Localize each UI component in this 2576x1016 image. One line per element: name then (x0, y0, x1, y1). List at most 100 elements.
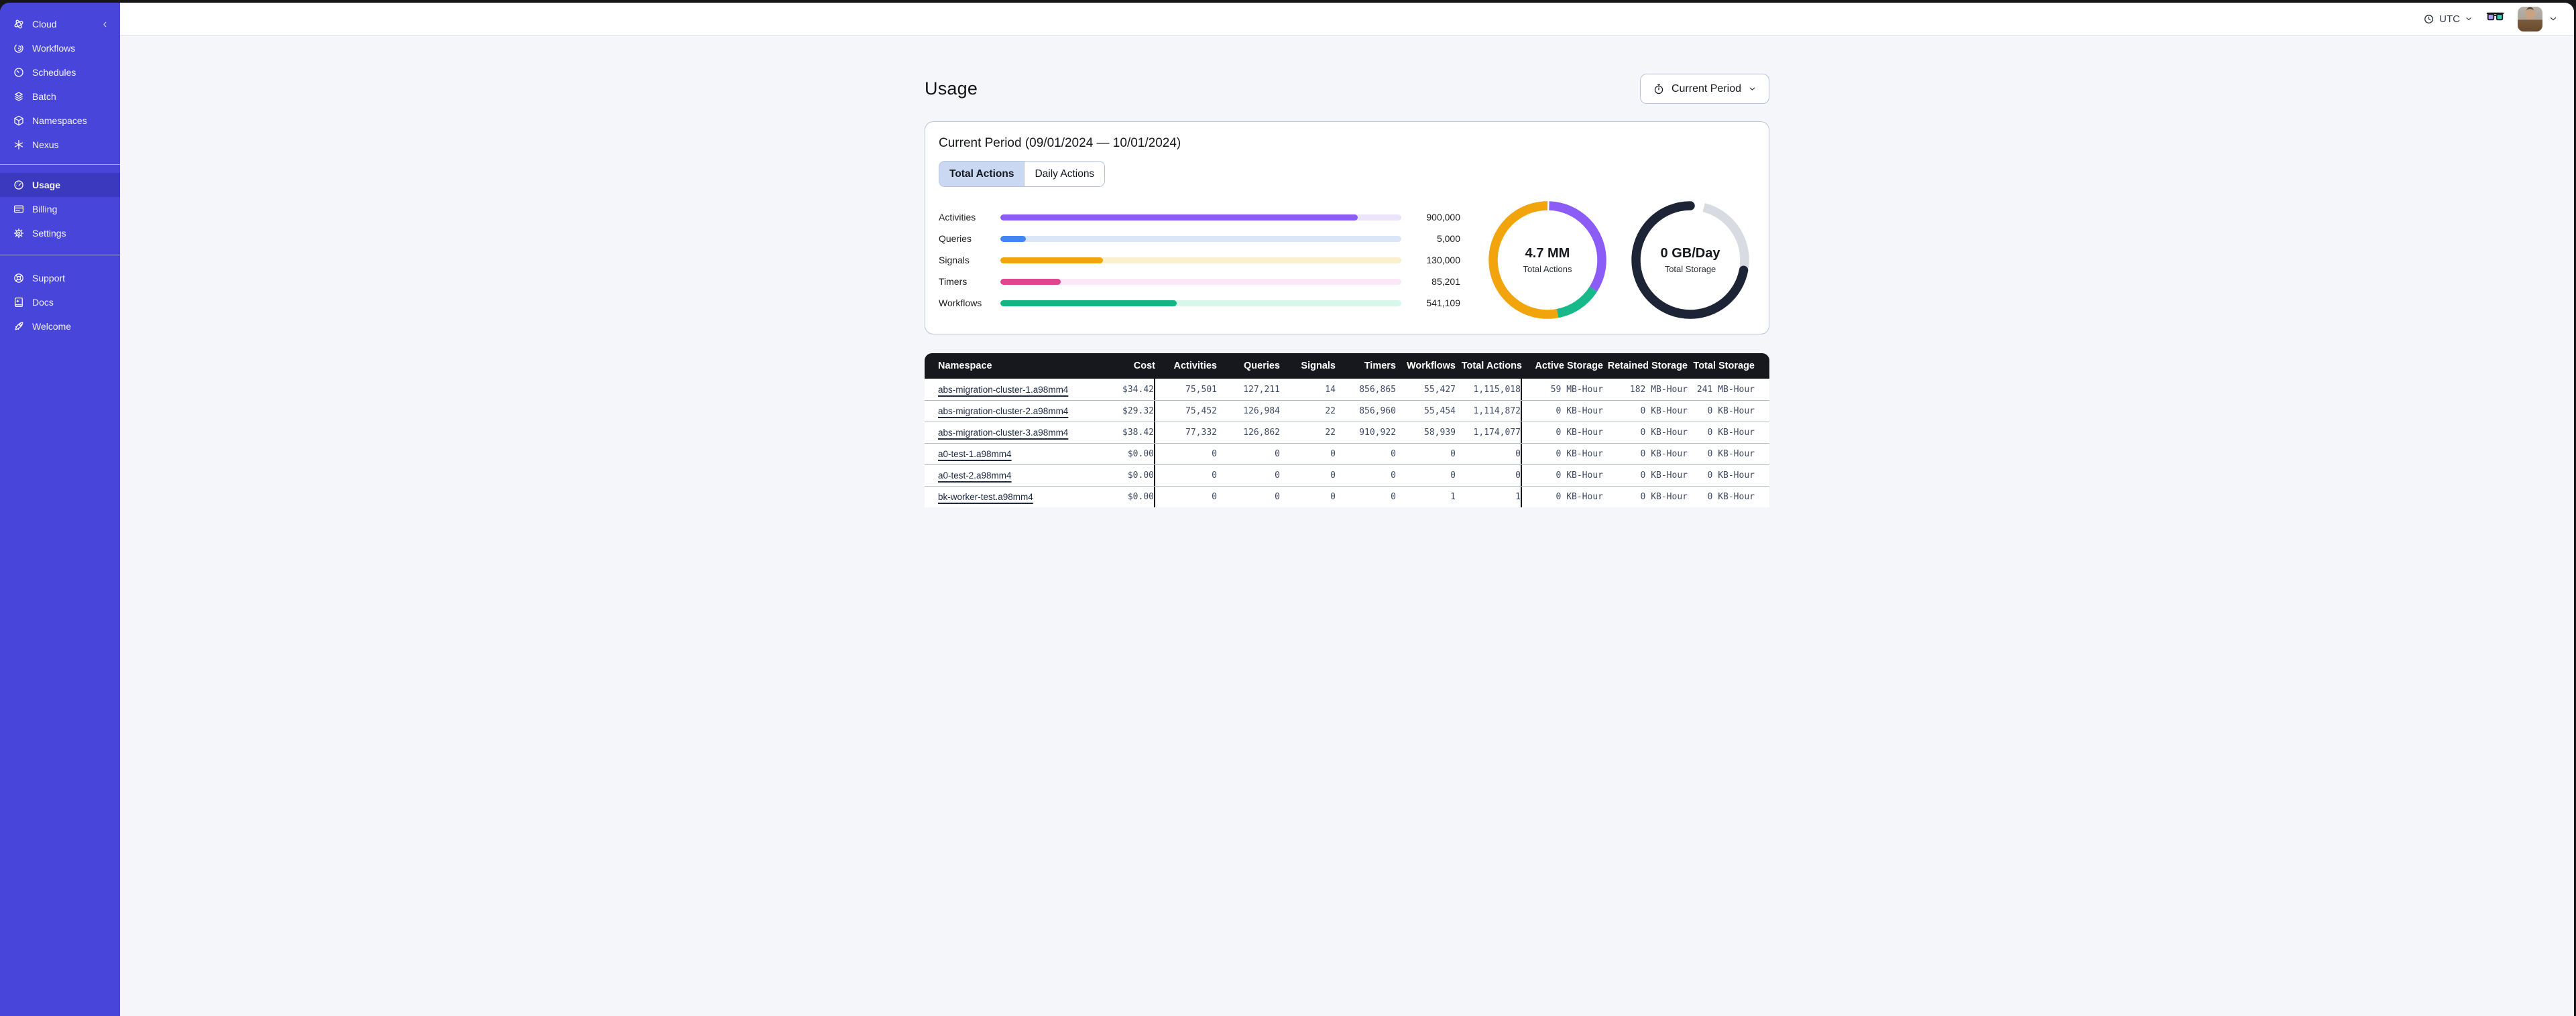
main-area: UTC Usage Current Period Current Period … (120, 3, 2574, 1016)
total-actions-value: 4.7 MM (1525, 246, 1570, 261)
namespace-link[interactable]: a0-test-1.a98mm4 (938, 449, 1012, 459)
column-header-total-actions: Total Actions (1461, 361, 1522, 371)
bar-row-timers: Timers 85,201 (939, 271, 1460, 292)
activities-cell: 75,501 (1185, 384, 1217, 395)
current-period-title: Current Period (09/01/2024 — 10/01/2024) (939, 136, 1181, 150)
column-header-namespace: Namespace (938, 361, 992, 371)
bar-track (1000, 257, 1401, 263)
total-storage-cell: 241 MB-Hour (1696, 384, 1755, 395)
namespace-link[interactable]: bk-worker-test.a98mm4 (938, 492, 1033, 502)
retained-storage-cell: 0 KB-Hour (1640, 406, 1688, 416)
signals-cell: 22 (1325, 406, 1336, 416)
bar-value: 5,000 (1436, 233, 1460, 244)
sidebar-item-label: Nexus (32, 139, 59, 150)
timers-cell: 0 (1391, 449, 1396, 459)
page-content: Usage Current Period Current Period (09/… (120, 36, 2574, 1016)
namespace-link[interactable]: abs-migration-cluster-3.a98mm4 (938, 428, 1068, 438)
table-row: a0-test-1.a98mm4 $0.00 0 0 0 0 0 0 0 KB-Hour 0 KB… (925, 443, 1769, 464)
workflows-cell: 0 (1450, 470, 1456, 481)
bar-label: Signals (939, 255, 970, 265)
sidebar-item-label: Docs (32, 297, 54, 308)
signals-cell: 0 (1330, 470, 1336, 481)
namespace-link[interactable]: a0-test-2.a98mm4 (938, 470, 1012, 481)
sidebar-item-billing[interactable]: Billing (0, 197, 120, 221)
timezone-label: UTC (2439, 13, 2460, 25)
user-menu[interactable] (2518, 6, 2558, 31)
sidebar-item-batch[interactable]: Batch (0, 84, 120, 109)
total-storage-value: 0 GB/Day (1660, 246, 1720, 261)
timers-cell: 910,922 (1359, 428, 1396, 438)
actions-tab-group: Total Actions Daily Actions (939, 161, 1106, 187)
namespace-link[interactable]: abs-migration-cluster-1.a98mm4 (938, 385, 1068, 395)
avatar[interactable] (2518, 6, 2542, 31)
workflows-cell: 55,454 (1424, 406, 1456, 416)
donut-charts: 4.7 MM Total Actions 0 GB/Day Total Stor… (1488, 201, 1749, 319)
docs-book-icon (13, 296, 25, 308)
sidebar-item-docs[interactable]: Docs (0, 290, 120, 314)
namespace-link[interactable]: abs-migration-cluster-2.a98mm4 (938, 406, 1068, 416)
total-actions-cell: 1,174,077 (1456, 422, 1522, 443)
sidebar-item-label: Usage (32, 180, 61, 190)
timezone-selector[interactable]: UTC (2423, 13, 2473, 25)
retained-storage-cell: 0 KB-Hour (1640, 492, 1688, 502)
page-title: Usage (925, 78, 978, 99)
timers-cell: 0 (1391, 492, 1396, 502)
column-header-queries: Queries (1244, 361, 1280, 371)
welcome-rocket-icon (13, 320, 25, 332)
usage-gauge-icon (13, 179, 25, 191)
chevron-down-icon (2550, 17, 2557, 21)
donut-center: 0 GB/Day Total Storage (1631, 201, 1749, 319)
sidebar-item-welcome[interactable]: Welcome (0, 314, 120, 338)
sidebar-item-support[interactable]: Support (0, 266, 120, 290)
sidebar-item-settings[interactable]: Settings (0, 221, 120, 245)
column-header-retained-storage: Retained Storage (1607, 361, 1688, 371)
workflows-cell: 1 (1450, 492, 1456, 502)
total-storage-cell: 0 KB-Hour (1707, 406, 1755, 416)
sidebar-item-cloud[interactable]: Cloud (0, 12, 120, 36)
workflows-cell: 55,427 (1424, 384, 1456, 395)
sidebar-item-namespaces[interactable]: Namespaces (0, 109, 120, 133)
glasses-icon[interactable] (2486, 12, 2504, 25)
workflows-cell: 58,939 (1424, 428, 1456, 438)
cost-cell: $38.42 (1099, 422, 1155, 443)
bar-fill (1000, 300, 1177, 306)
clock-icon (2424, 14, 2434, 23)
stopwatch-icon (1654, 84, 1663, 94)
bar-track (1000, 278, 1401, 285)
sidebar-item-schedules[interactable]: Schedules (0, 60, 120, 84)
settings-gear-icon (13, 227, 25, 239)
activities-cell: 77,332 (1185, 428, 1217, 438)
namespace-usage-table: Namespace Cost Activities Queries Signal… (925, 353, 1769, 507)
bar-row-activities: Activities 900,000 (939, 206, 1460, 228)
bar-track (1000, 235, 1401, 242)
sidebar-item-label: Namespaces (32, 115, 87, 126)
tab-daily-actions[interactable]: Daily Actions (1024, 162, 1105, 186)
donut-center: 4.7 MM Total Actions (1488, 201, 1606, 319)
current-period-card: Current Period (09/01/2024 — 10/01/2024)… (925, 121, 1769, 334)
billing-card-icon (13, 203, 25, 215)
sidebar-item-workflows[interactable]: Workflows (0, 36, 120, 60)
bar-row-queries: Queries 5,000 (939, 228, 1460, 249)
namespace-cell: abs-migration-cluster-1.a98mm4 (938, 379, 1099, 400)
chevron-down-icon (2466, 17, 2471, 20)
sidebar-section-account: Usage Billing Settings (0, 173, 120, 245)
column-header-active-storage: Active Storage (1535, 361, 1603, 371)
table-row: abs-migration-cluster-3.a98mm4 $38.42 77,3… (925, 422, 1769, 443)
queries-cell: 0 (1275, 470, 1280, 481)
tab-total-actions[interactable]: Total Actions (939, 162, 1024, 186)
page-header: Usage Current Period (925, 74, 1769, 104)
timers-cell: 856,960 (1359, 406, 1396, 416)
bar-label: Queries (939, 233, 972, 244)
total-actions-cell: 1,115,018 (1456, 379, 1522, 400)
queries-cell: 0 (1275, 449, 1280, 459)
sidebar-item-usage[interactable]: Usage (0, 173, 120, 197)
collapse-sidebar-chevron-left-icon[interactable] (99, 18, 111, 30)
sidebar-item-nexus[interactable]: Nexus (0, 133, 120, 157)
signals-cell: 22 (1325, 428, 1336, 438)
usage-charts: Activities 900,000 Queries 5,000 Signals (939, 201, 1755, 319)
total-actions-cell: 1,114,872 (1456, 401, 1522, 422)
table-body: abs-migration-cluster-1.a98mm4 $34.42 75,5… (925, 379, 1769, 507)
period-selector-button[interactable]: Current Period (1639, 74, 1769, 104)
activities-cell: 0 (1212, 449, 1217, 459)
sidebar-item-label: Support (32, 273, 66, 283)
